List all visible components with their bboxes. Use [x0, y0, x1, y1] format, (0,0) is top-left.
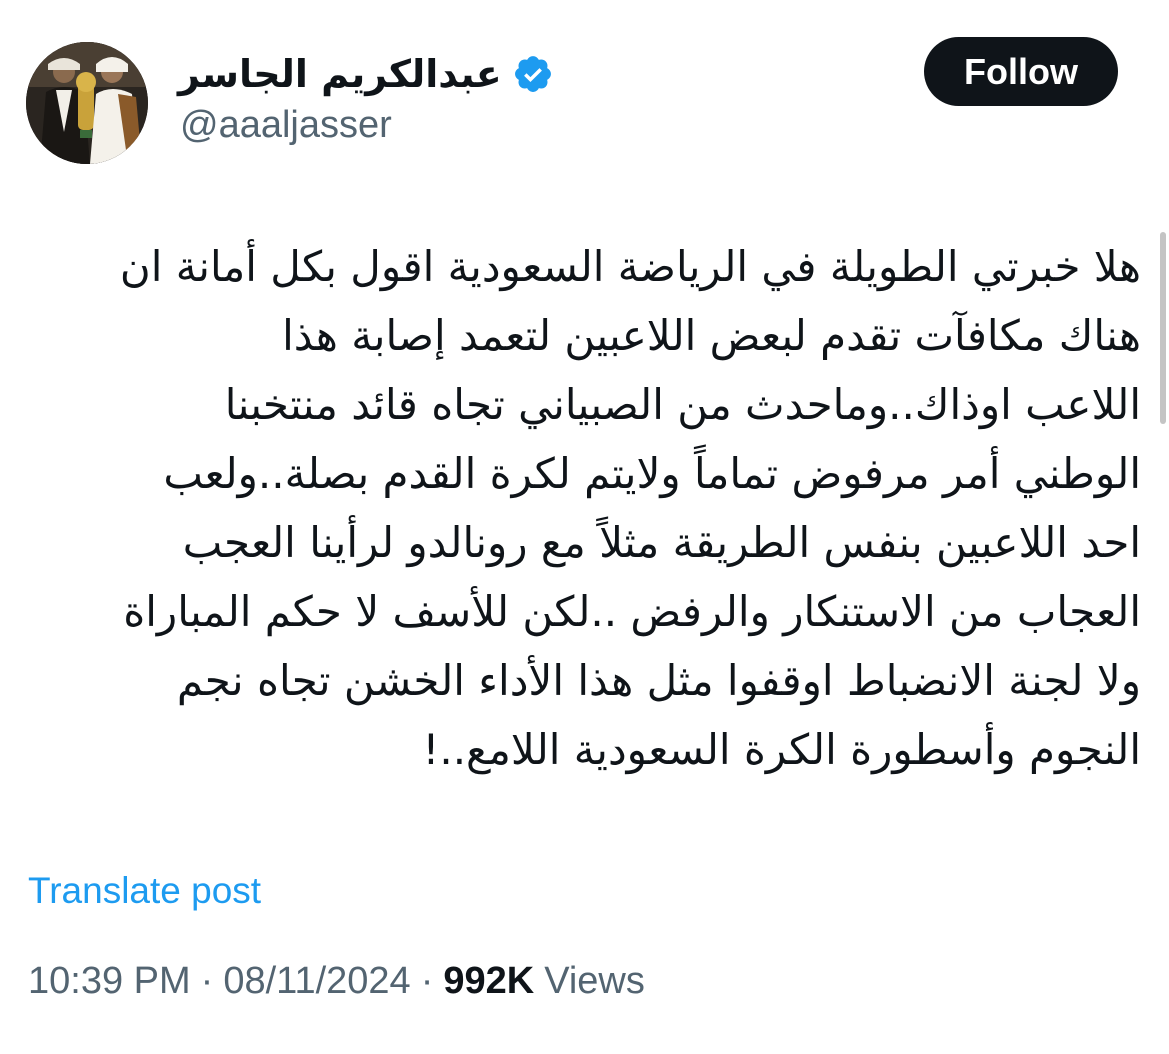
- verified-badge-icon[interactable]: [512, 53, 554, 95]
- tweet-text-line: هناك مكافآت تقدم لبعض اللاعبين لتعمد إصا…: [282, 311, 1141, 360]
- tweet-text-line: العجاب من الاستنكار والرفض ..لكن للأسف ل…: [123, 587, 1141, 636]
- scrollbar[interactable]: [1160, 232, 1166, 424]
- tweet-time[interactable]: 10:39 PM: [28, 960, 191, 1003]
- tweet-text-line: هلا خبرتي الطويلة في الرياضة السعودية اق…: [119, 242, 1141, 291]
- tweet-text-line: اللاعب اوذاك..وماحدث من الصبياني تجاه قا…: [224, 380, 1141, 429]
- views-label: Views: [544, 960, 645, 1002]
- meta-separator: ·: [200, 960, 214, 1002]
- avatar-image: [26, 42, 148, 164]
- avatar[interactable]: [26, 42, 148, 164]
- tweet-text-line: احد اللاعبين بنفس الطريقة مثلاً مع رونال…: [182, 518, 1141, 567]
- meta-separator: ·: [420, 960, 434, 1002]
- view-count[interactable]: 992K: [443, 960, 534, 1003]
- tweet-date[interactable]: 08/11/2024: [223, 960, 410, 1003]
- follow-button[interactable]: Follow: [924, 37, 1118, 106]
- author-name-row: عبدالكريم الجاسر: [178, 46, 554, 102]
- author-handle[interactable]: @aaaljasser: [180, 104, 392, 147]
- tweet-text-line: النجوم وأسطورة الكرة السعودية اللامع..!: [422, 725, 1142, 774]
- tweet-meta: 10:39 PM · 08/11/2024 · 992K Views: [28, 960, 645, 1003]
- tweet-text-line: ولا لجنة الانضباط اوقفوا مثل هذا الأداء …: [176, 656, 1141, 705]
- translate-post-link[interactable]: Translate post: [28, 870, 261, 912]
- tweet-text-line: الوطني أمر مرفوض تماماً ولايتم لكرة القد…: [163, 449, 1141, 498]
- author-display-name[interactable]: عبدالكريم الجاسر: [178, 52, 502, 96]
- tweet-text: هلا خبرتي الطويلة في الرياضة السعودية اق…: [21, 232, 1141, 784]
